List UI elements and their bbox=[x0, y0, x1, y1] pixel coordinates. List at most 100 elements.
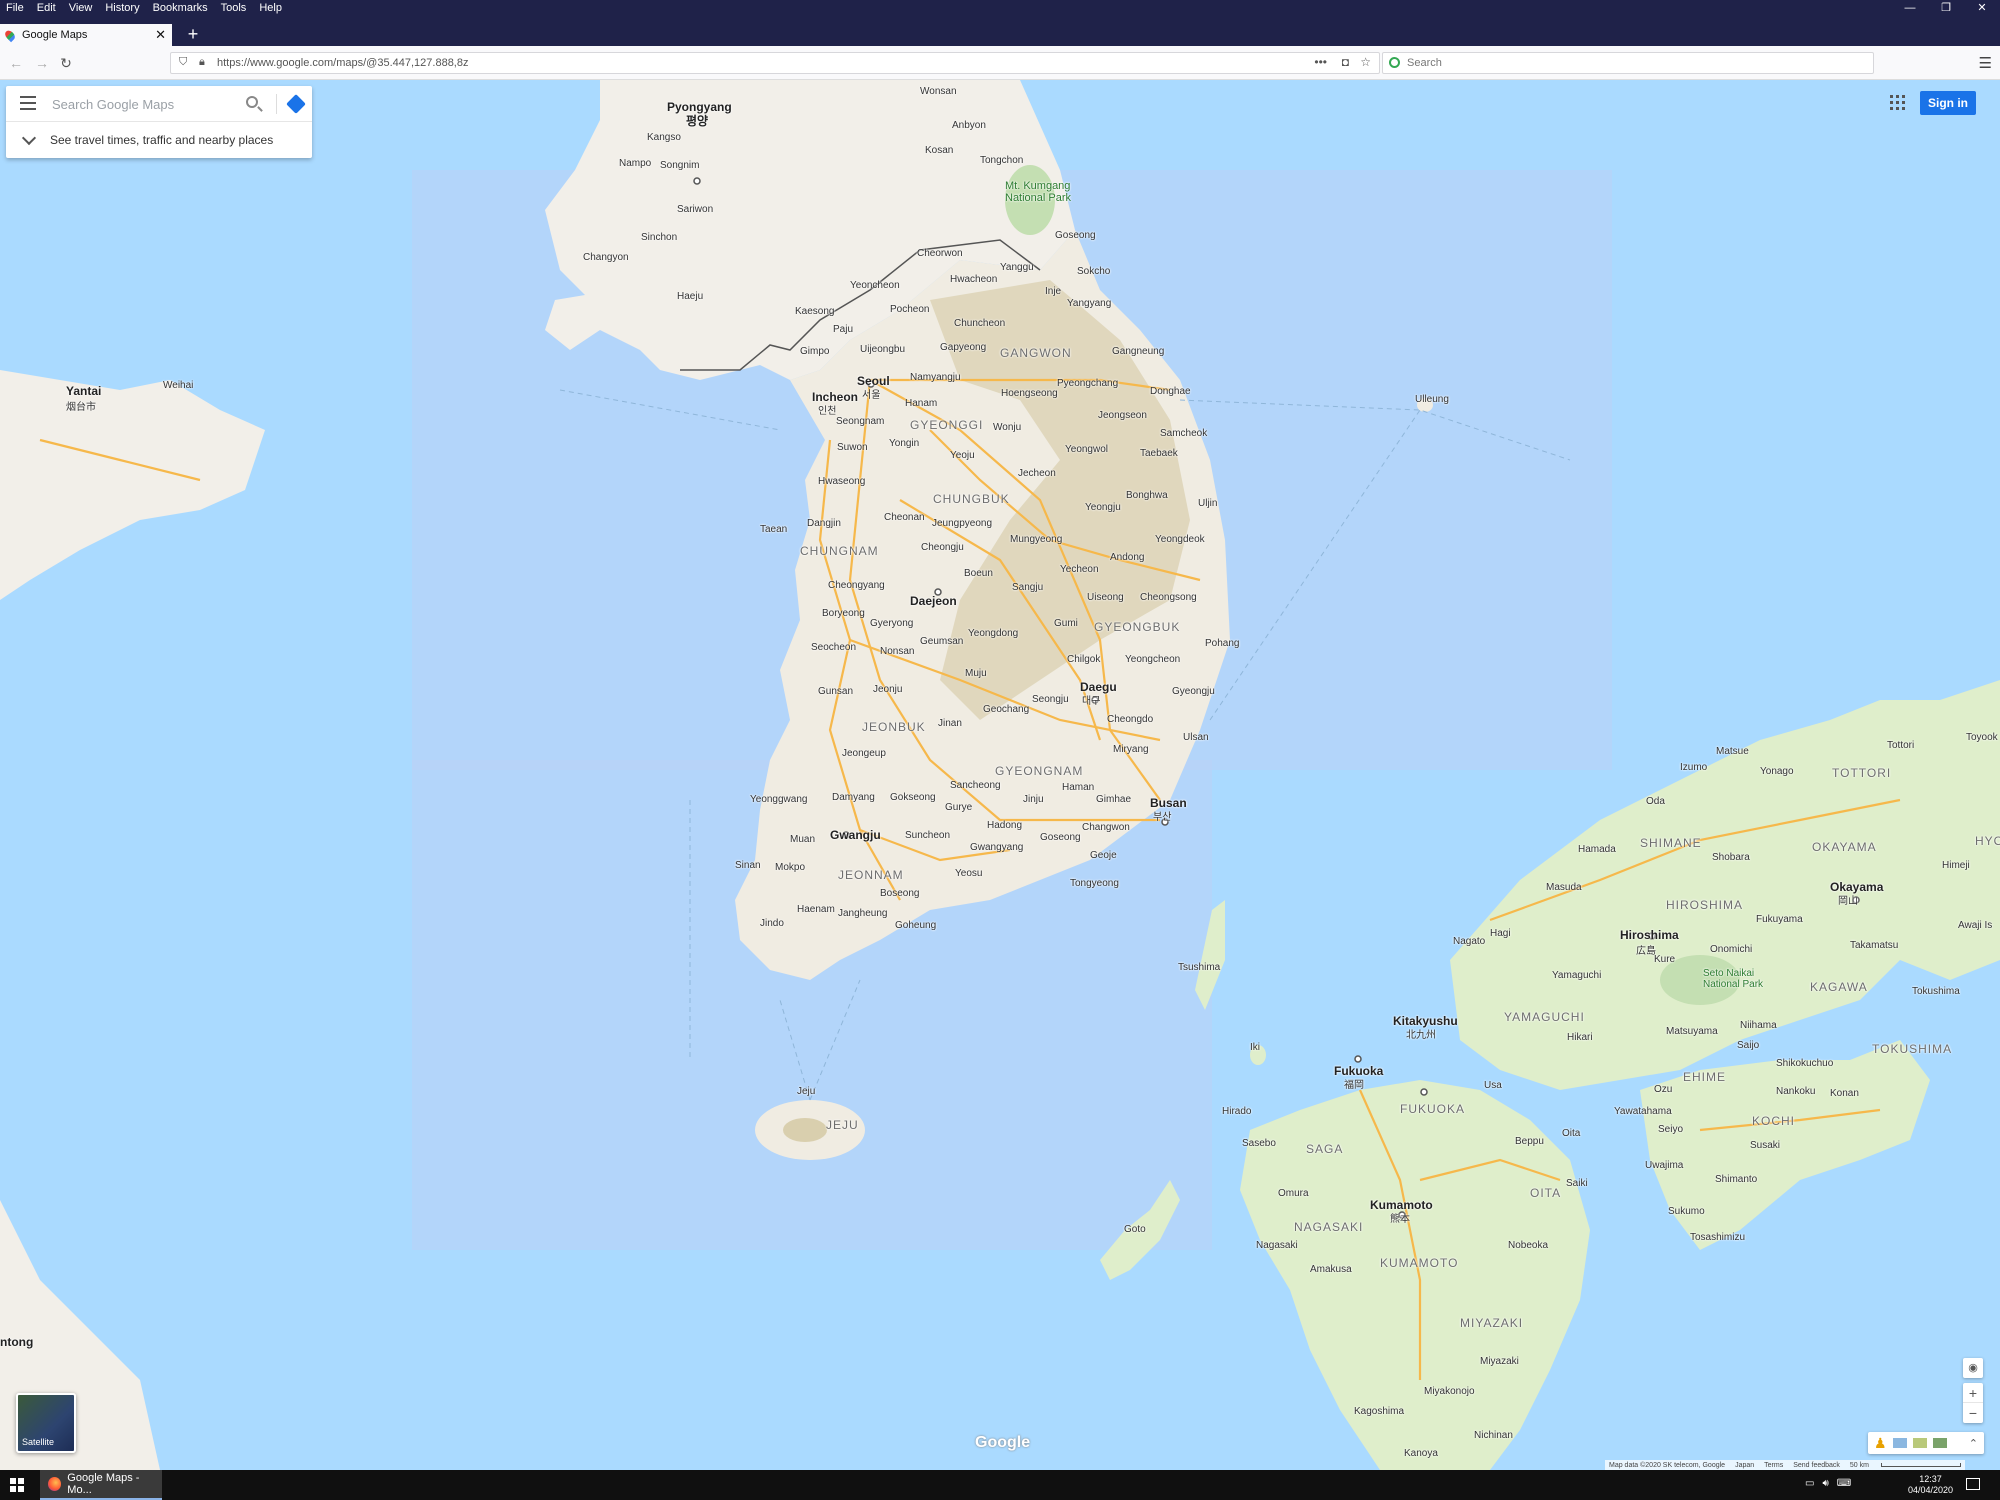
scale-bar[interactable] bbox=[1880, 1463, 1961, 1467]
layer-thumb-terrain-icon[interactable] bbox=[1892, 1438, 1907, 1448]
map-label-nobeoka[interactable]: Nobeoka bbox=[1508, 1240, 1548, 1251]
map-label-usa[interactable]: Usa bbox=[1484, 1080, 1502, 1091]
map-label-fukuoka-ja[interactable]: 福岡 bbox=[1344, 1076, 1364, 1091]
layer-thumb-traffic-icon[interactable] bbox=[1912, 1438, 1927, 1448]
map-label-yeosu[interactable]: Yeosu bbox=[955, 868, 982, 879]
map-label-tottori-city[interactable]: Tottori bbox=[1887, 740, 1914, 751]
map-label-cheongyang[interactable]: Cheongyang bbox=[828, 580, 885, 591]
map-label-haeju[interactable]: Haeju bbox=[677, 291, 703, 302]
map-label-paju[interactable]: Paju bbox=[833, 324, 853, 335]
directions-icon[interactable] bbox=[286, 94, 306, 114]
pegman-icon[interactable]: ♟ bbox=[1874, 1435, 1887, 1452]
map-label-kagoshima[interactable]: Kagoshima bbox=[1354, 1406, 1404, 1417]
map-label-suncheon[interactable]: Suncheon bbox=[905, 830, 950, 841]
map-label-susaki[interactable]: Susaki bbox=[1750, 1140, 1780, 1151]
map-label-saga[interactable]: SAGA bbox=[1306, 1142, 1343, 1156]
map-label-niihama[interactable]: Niihama bbox=[1740, 1020, 1777, 1031]
map-label-tottori[interactable]: TOTTORI bbox=[1832, 766, 1891, 780]
map-label-cheongsong[interactable]: Cheongsong bbox=[1140, 592, 1197, 603]
map-label-gwangyang[interactable]: Gwangyang bbox=[970, 842, 1023, 853]
map-label-yeongdong[interactable]: Yeongdong bbox=[968, 628, 1018, 639]
menu-help[interactable]: Help bbox=[253, 0, 289, 16]
map-label-cheongju[interactable]: Cheongju bbox=[921, 542, 964, 553]
map-label-sinan[interactable]: Sinan bbox=[735, 860, 761, 871]
map-label-jeju[interactable]: JEJU bbox=[826, 1118, 859, 1132]
map-label-sasebo[interactable]: Sasebo bbox=[1242, 1138, 1276, 1149]
map-label-yeongju[interactable]: Yeongju bbox=[1085, 502, 1121, 513]
map-label-geumsan[interactable]: Geumsan bbox=[920, 636, 963, 647]
bookmark-star-icon[interactable]: ☆ bbox=[1360, 55, 1371, 69]
map-label-matsuyama[interactable]: Matsuyama bbox=[1666, 1026, 1718, 1037]
map-label-yeoncheon[interactable]: Yeoncheon bbox=[850, 280, 900, 291]
map-label-seongnam[interactable]: Seongnam bbox=[836, 416, 884, 427]
map-label-andong[interactable]: Andong bbox=[1110, 552, 1144, 563]
satellite-layer-toggle[interactable]: Satellite bbox=[16, 1393, 76, 1453]
attribution-feedback[interactable]: Send feedback bbox=[1793, 1462, 1840, 1469]
map-label-tosashimizu[interactable]: Tosashimizu bbox=[1690, 1232, 1745, 1243]
map-label-chungnam[interactable]: CHUNGNAM bbox=[800, 544, 879, 558]
map-label-weihai[interactable]: Weihai bbox=[163, 380, 193, 391]
menu-bookmarks[interactable]: Bookmarks bbox=[147, 0, 215, 16]
forward-button[interactable]: → bbox=[32, 53, 52, 73]
map-label-beppu[interactable]: Beppu bbox=[1515, 1136, 1544, 1147]
map-label-yeonggwang[interactable]: Yeonggwang bbox=[750, 794, 807, 805]
map-label-bonghwa[interactable]: Bonghwa bbox=[1126, 490, 1168, 501]
map-label-pohang[interactable]: Pohang bbox=[1205, 638, 1239, 649]
volume-icon[interactable]: 🔊︎ bbox=[1822, 1478, 1828, 1489]
map-label-kosan[interactable]: Kosan bbox=[925, 145, 953, 156]
map-label-saijo[interactable]: Saijo bbox=[1737, 1040, 1759, 1051]
map-label-cheonan[interactable]: Cheonan bbox=[884, 512, 925, 523]
map-label-miyazaki-city[interactable]: Miyazaki bbox=[1480, 1356, 1519, 1367]
system-clock[interactable]: 12:37 04/04/2020 bbox=[1908, 1474, 1953, 1496]
zoom-out-button[interactable]: − bbox=[1963, 1403, 1983, 1423]
map-label-hadong[interactable]: Hadong bbox=[987, 820, 1022, 831]
map-label-seoul-ko[interactable]: 서울 bbox=[862, 386, 880, 401]
map-label-gyeongbuk[interactable]: GYEONGBUK bbox=[1094, 620, 1180, 634]
map-label-busan-ko[interactable]: 부산 bbox=[1153, 808, 1171, 823]
map-label-songnim[interactable]: Songnim bbox=[660, 160, 699, 171]
sign-in-button[interactable]: Sign in bbox=[1920, 91, 1976, 115]
map-label-kagawa[interactable]: KAGAWA bbox=[1810, 980, 1868, 994]
map-label-hoengseong[interactable]: Hoengseong bbox=[1001, 388, 1058, 399]
map-label-uljin[interactable]: Uljin bbox=[1198, 498, 1217, 509]
map-label-seiyo[interactable]: Seiyo bbox=[1658, 1124, 1683, 1135]
map-label-pocheon[interactable]: Pocheon bbox=[890, 304, 929, 315]
map-label-nagasaki-city[interactable]: Nagasaki bbox=[1256, 1240, 1298, 1251]
map-label-dangjin[interactable]: Dangjin bbox=[807, 518, 841, 529]
map-label-yantai-zh[interactable]: 烟台市 bbox=[66, 398, 96, 413]
map-label-incheon-ko[interactable]: 인천 bbox=[818, 402, 836, 417]
map-label-jecheon[interactable]: Jecheon bbox=[1018, 468, 1056, 479]
map-label-cheorwon[interactable]: Cheorwon bbox=[917, 248, 963, 259]
search-icon[interactable] bbox=[246, 96, 258, 108]
map-label-yamaguchi-city[interactable]: Yamaguchi bbox=[1552, 970, 1601, 981]
map-label-gyeonggi[interactable]: GYEONGGI bbox=[910, 418, 983, 432]
scale-label[interactable]: 50 km bbox=[1850, 1462, 1869, 1469]
map-label-boeun[interactable]: Boeun bbox=[964, 568, 993, 579]
map-label-yantai[interactable]: Yantai bbox=[66, 384, 101, 398]
keyboard-icon[interactable]: ⌨ bbox=[1837, 1478, 1851, 1489]
map-label-onomichi[interactable]: Onomichi bbox=[1710, 944, 1752, 955]
map-label-ozu[interactable]: Ozu bbox=[1654, 1084, 1672, 1095]
map-label-muju[interactable]: Muju bbox=[965, 668, 987, 679]
apps-grid-icon[interactable] bbox=[1890, 95, 1905, 110]
map-label-shimanto[interactable]: Shimanto bbox=[1715, 1174, 1757, 1185]
map-label-hikari[interactable]: Hikari bbox=[1567, 1032, 1593, 1043]
shield-icon[interactable]: ⛉ bbox=[179, 56, 187, 69]
map-label-tsushima[interactable]: Tsushima bbox=[1178, 962, 1220, 973]
map-label-yangyang[interactable]: Yangyang bbox=[1067, 298, 1111, 309]
map-label-okayama-ja[interactable]: 岡山 bbox=[1838, 892, 1858, 907]
map-label-ulsan[interactable]: Ulsan bbox=[1183, 732, 1209, 743]
menu-tools[interactable]: Tools bbox=[215, 0, 254, 16]
map-label-shimane[interactable]: SHIMANE bbox=[1640, 836, 1702, 850]
taskbar-item-firefox[interactable]: Google Maps - Mo... bbox=[40, 1470, 162, 1500]
map-label-shobara[interactable]: Shobara bbox=[1712, 852, 1750, 863]
map-label-gapyeong[interactable]: Gapyeong bbox=[940, 342, 986, 353]
attribution-terms[interactable]: Terms bbox=[1764, 1462, 1783, 1469]
map-label-muan[interactable]: Muan bbox=[790, 834, 815, 845]
map-label-chilgok[interactable]: Chilgok bbox=[1067, 654, 1100, 665]
map-label-hiroshima-city[interactable]: Hiroshima bbox=[1620, 928, 1679, 942]
map-label-kangso[interactable]: Kangso bbox=[647, 132, 681, 143]
map-label-jinju[interactable]: Jinju bbox=[1023, 794, 1044, 805]
map-label-gimhae[interactable]: Gimhae bbox=[1096, 794, 1131, 805]
hamburger-menu-icon[interactable]: ☰ bbox=[1979, 54, 1992, 72]
